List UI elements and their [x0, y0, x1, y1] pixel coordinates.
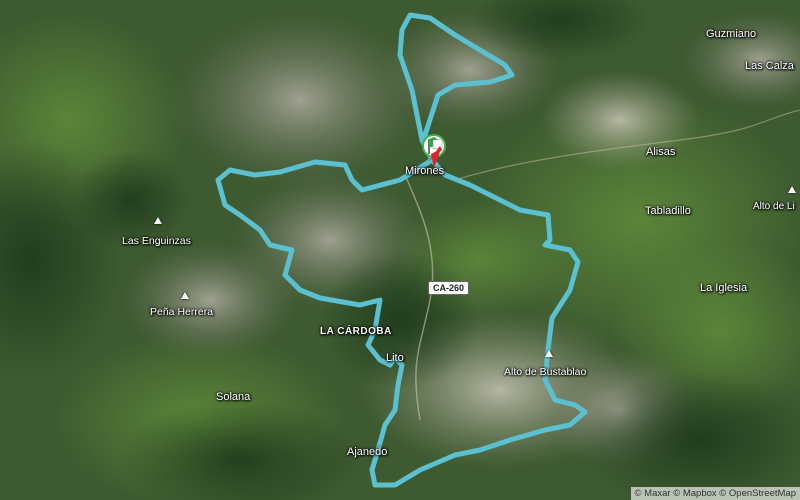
place-label-pena-herrera: Peña Herrera — [150, 306, 214, 318]
place-label-la-iglesia: La Iglesia — [700, 282, 748, 294]
peak-icon — [545, 350, 553, 357]
peak-icon — [181, 292, 189, 299]
place-label-alto-de-bustablao: Alto de Bustablao — [504, 366, 587, 378]
place-label-ajanedo: Ajanedo — [347, 446, 388, 458]
place-label-alto-de-li: Alto de Li — [753, 201, 795, 212]
place-label-lito: Lito — [386, 352, 404, 364]
place-label-la-cardoba: LA CÁRDOBA — [320, 326, 392, 337]
peak-icon — [788, 186, 796, 193]
road-shield-ca-260: CA-260 — [428, 281, 470, 295]
start-finish-marker-icon[interactable] — [420, 132, 450, 172]
place-label-alisas: Alisas — [646, 146, 676, 158]
map-attribution[interactable]: © Maxar © Mapbox © OpenStreetMap — [630, 487, 800, 500]
place-label-solana: Solana — [216, 391, 251, 403]
place-label-las-enguinzas: Las Enguinzas — [122, 235, 191, 247]
place-label-tabladillo: Tabladillo — [645, 205, 691, 217]
place-label-guzmiano: Guzmiano — [706, 28, 757, 40]
peak-icon — [154, 217, 162, 224]
satellite-terrain — [0, 0, 800, 500]
map-view[interactable]: Guzmiano Las Calza Alisas Tabladillo Alt… — [0, 0, 800, 500]
place-label-las-calzadas: Las Calza — [745, 60, 794, 72]
